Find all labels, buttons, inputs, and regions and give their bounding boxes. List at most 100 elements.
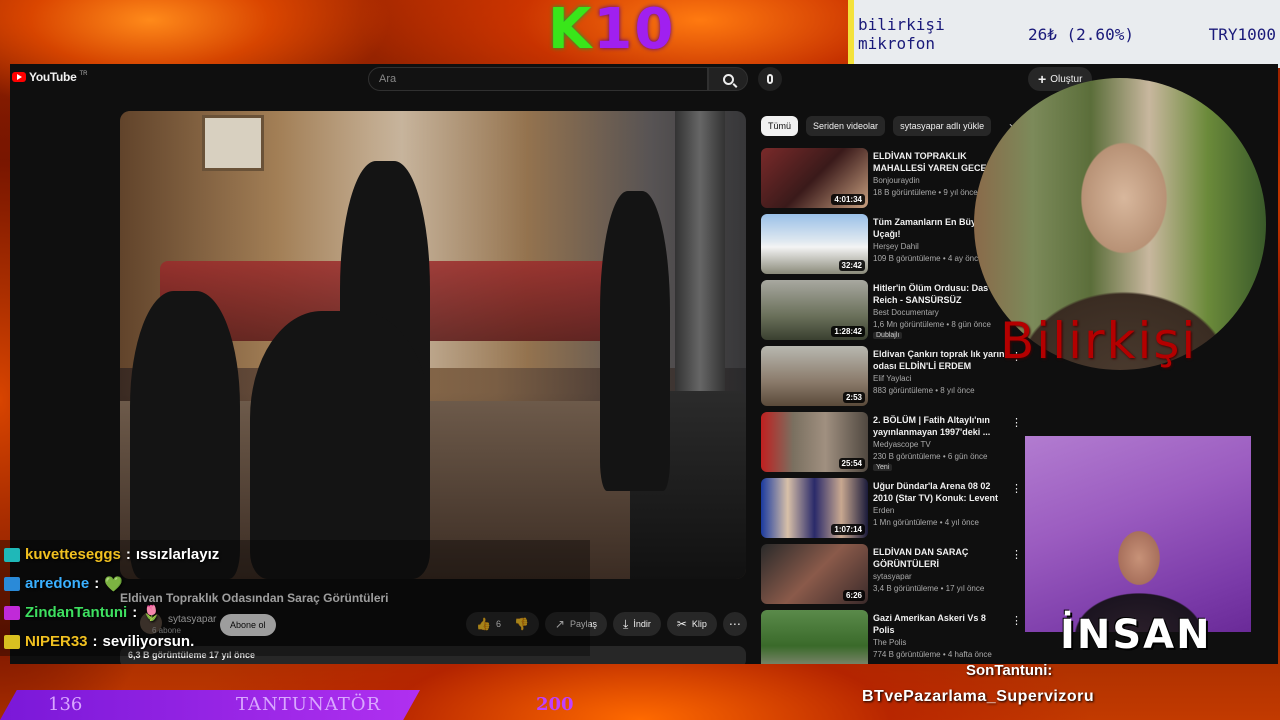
related-video[interactable]: 1:28:42 Hitler'in Ölüm Ordusu: Das Reich…: [761, 280, 1021, 346]
search-button[interactable]: [708, 67, 748, 91]
video-duration: 1:07:14: [831, 524, 865, 535]
chat-badge-icon: [4, 547, 20, 562]
related-video-channel[interactable]: Best Documentary: [873, 308, 939, 317]
video-thumbnail[interactable]: 2:53: [761, 346, 868, 406]
more-options-icon[interactable]: ⋮: [1011, 548, 1022, 561]
related-video-meta: 109 B görüntüleme • 4 ay önce: [873, 254, 983, 263]
related-video[interactable]: 2:53 Eldivan Çankırı toprak lık yarın od…: [761, 346, 1022, 412]
related-video-meta: 883 görüntüleme • 8 yıl önce: [873, 386, 975, 395]
chat-separator: :: [125, 546, 131, 563]
video-duration: 25:54: [838, 458, 865, 469]
related-video-title[interactable]: Eldivan Çankırı toprak lık yarın odası E…: [873, 348, 1008, 372]
sidebar-chips: Tümü Seriden videolar sytasyapar adlı yü…: [761, 116, 1013, 136]
download-icon: ⤓: [623, 616, 629, 631]
goal-name: TANTUNATÖR: [236, 694, 382, 715]
chat-text: 💚: [104, 575, 123, 593]
more-options-icon[interactable]: ⋮: [1011, 614, 1022, 627]
video-thumbnail[interactable]: 25:54: [761, 412, 868, 472]
video-duration: 32:42: [838, 260, 865, 271]
chip-channel-uploads[interactable]: sytasyapar adlı yükle: [893, 116, 992, 136]
dubbed-badge: Dublajlı: [873, 332, 903, 339]
chip-series[interactable]: Seriden videolar: [806, 116, 886, 136]
chat-username: ZindanTantuni: [25, 604, 128, 621]
chat-username: arredone: [25, 575, 90, 592]
chat-text: ıssızlarlayız: [135, 546, 220, 563]
download-label: İndir: [633, 619, 651, 629]
last-supporter-name: BTvePazarlama_Supervizoru: [862, 688, 1095, 705]
video-thumbnail[interactable]: 1:07:14: [761, 478, 868, 538]
video-thumbnail[interactable]: 32:42: [761, 214, 868, 274]
related-video-channel[interactable]: sytasyapar: [873, 572, 912, 581]
new-badge: Yeni: [873, 464, 893, 471]
video-frame-audience: [130, 291, 240, 579]
chat-badge-icon: [4, 634, 20, 649]
video-frame-dancer: [600, 191, 670, 491]
more-icon: ⋯: [728, 617, 741, 631]
chat-separator: :: [132, 604, 138, 621]
stream-logo: K10: [548, 0, 675, 60]
video-duration: 4:01:34: [831, 194, 865, 205]
related-video-channel[interactable]: The Polis: [873, 638, 906, 647]
more-options-icon[interactable]: ⋮: [1011, 416, 1022, 429]
chat-badge-icon: [4, 605, 20, 620]
related-video[interactable]: 6:26 ELDİVAN DAN SARAÇ GÖRÜNTÜLERİ sytas…: [761, 544, 1022, 610]
video-duration: 6:26: [842, 590, 865, 601]
microphone-icon: [767, 74, 773, 84]
related-video[interactable]: Gazi Amerikan Askeri Vs 8 Polis The Poli…: [761, 610, 1022, 664]
chat-badge-icon: [4, 576, 20, 591]
video-thumbnail[interactable]: 1:28:42: [761, 280, 868, 340]
youtube-logo-text: YouTube: [29, 70, 77, 84]
related-video-channel[interactable]: Medyascope TV: [873, 440, 931, 449]
chat-username: kuvetteseggs: [25, 546, 121, 563]
related-video-channel[interactable]: Herşey Dahil: [873, 242, 919, 251]
related-video[interactable]: 1:07:14 Uğur Dündar'la Arena 08 02 2010 …: [761, 478, 1022, 544]
webcam-insan-label: İNSAN: [1060, 612, 1212, 658]
related-video-meta: 3,4 B görüntüleme • 17 yıl önce: [873, 584, 985, 593]
video-frame-picture: [202, 115, 264, 171]
video-frame-audience: [250, 311, 430, 579]
video-frame-pipe: [675, 111, 725, 401]
more-options-icon[interactable]: ⋮: [1011, 482, 1022, 495]
related-video-title[interactable]: Gazi Amerikan Askeri Vs 8 Polis: [873, 612, 1008, 636]
chat-message: kuvetteseggs : ıssızlarlayız: [0, 540, 590, 569]
related-video-channel[interactable]: Erden: [873, 506, 894, 515]
donation-ticker: bilirkişi mikrofon 26₺ (2.60%) TRY1000: [848, 0, 1280, 68]
video-thumbnail[interactable]: 6:26: [761, 544, 868, 604]
search-input[interactable]: Ara: [368, 67, 708, 91]
youtube-logo[interactable]: YouTube TR: [12, 70, 87, 84]
clip-label: Klip: [691, 619, 707, 629]
youtube-play-icon: [12, 72, 26, 82]
video-player[interactable]: [120, 111, 746, 579]
chat-text: seviliyorsun.: [102, 633, 195, 650]
chip-all[interactable]: Tümü: [761, 116, 799, 136]
video-duration: 1:28:42: [831, 326, 865, 337]
download-button[interactable]: ⤓ İndir: [613, 612, 661, 636]
plus-icon: +: [1038, 71, 1047, 87]
clip-button[interactable]: ✂ Klip: [666, 612, 717, 636]
more-actions-button[interactable]: ⋯: [722, 612, 747, 636]
video-duration: 2:53: [842, 392, 865, 403]
last-supporter-title: SonTantuni:: [966, 662, 1053, 679]
ticker-value: 26₺ (2.60%): [1028, 24, 1134, 44]
goal-current: 136: [48, 694, 83, 715]
chat-message: arredone : 💚: [0, 569, 590, 598]
webcam-insan: [1025, 436, 1251, 632]
related-video[interactable]: 25:54 2. BÖLÜM | Fatih Altaylı'nın yayın…: [761, 412, 1022, 478]
chat-text: 🌷: [142, 604, 161, 622]
related-video-meta: 774 B görüntüleme • 4 hafta önce: [873, 650, 992, 659]
video-thumbnail[interactable]: [761, 610, 868, 664]
create-label: Oluştur: [1050, 73, 1083, 85]
related-video-meta: 230 B görüntüleme • 6 gün önce: [873, 452, 988, 461]
video-thumbnail[interactable]: 4:01:34: [761, 148, 868, 208]
related-video-title[interactable]: ELDİVAN DAN SARAÇ GÖRÜNTÜLERİ: [873, 546, 1008, 570]
related-video-channel[interactable]: Bonjouraydin: [873, 176, 920, 185]
chat-separator: :: [92, 633, 98, 650]
related-video-title[interactable]: 2. BÖLÜM | Fatih Altaylı'nın yayınlanmay…: [873, 414, 1008, 438]
related-video-meta: 18 B görüntüleme • 9 yıl önce: [873, 188, 978, 197]
related-video-channel[interactable]: Elif Yaylaci: [873, 374, 911, 383]
goal-target: 200: [536, 694, 574, 715]
webcam-bilirkisi-label: Bilirkişi: [1000, 312, 1198, 370]
voice-search-button[interactable]: [758, 67, 782, 91]
scissors-icon: ✂: [676, 617, 687, 631]
related-video-title[interactable]: Uğur Dündar'la Arena 08 02 2010 (Star TV…: [873, 480, 1008, 504]
